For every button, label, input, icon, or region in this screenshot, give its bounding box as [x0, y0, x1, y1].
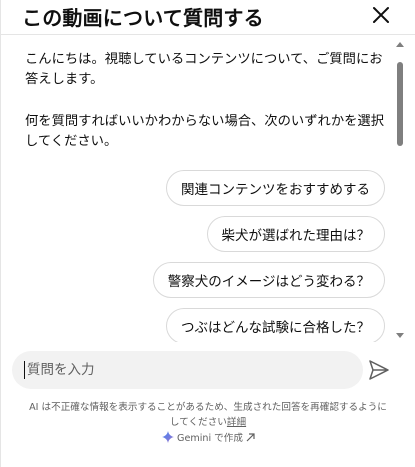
external-link-arrow-icon — [246, 432, 255, 442]
scroll-down-arrow-icon[interactable] — [396, 332, 404, 340]
disclaimer-text: AI は不正確な情報を表示することがあるため、生成された回答を再確認するようにし… — [29, 402, 387, 428]
question-input-container[interactable] — [12, 351, 363, 389]
assistant-message-prompt: 何を質問すればいいかわからない場合、次のいずれかを選択してください。 — [25, 114, 385, 149]
gemini-sparkle-icon — [162, 431, 175, 443]
suggestion-chip[interactable]: つぶはどんな試験に合格した？ — [166, 308, 385, 342]
learn-more-link[interactable]: 詳細 — [227, 417, 246, 428]
scroll-thumb[interactable] — [397, 62, 403, 146]
ai-disclaimer: AI は不正確な情報を表示することがあるため、生成された回答を再確認するようにし… — [25, 400, 391, 430]
suggestion-chip[interactable]: 関連コンテンツをおすすめする — [166, 170, 385, 206]
send-icon — [369, 360, 389, 380]
gemini-suffix: で作成 — [211, 433, 243, 444]
close-icon — [373, 7, 389, 23]
header-divider — [1, 34, 415, 35]
gemini-name: Gemini — [177, 433, 212, 444]
ask-about-video-panel: この動画について質問する こんにちは。視聴しているコンテンツについて、ご質問にお… — [0, 0, 415, 467]
suggestion-chip[interactable]: 柴犬が選ばれた理由は？ — [206, 216, 385, 252]
chat-scrollbar[interactable] — [396, 36, 404, 342]
scroll-up-arrow-icon[interactable] — [396, 40, 404, 48]
gemini-attribution[interactable]: Gemini で作成 — [1, 430, 415, 444]
send-button[interactable] — [365, 356, 393, 384]
gemini-label: Gemini で作成 — [177, 430, 243, 444]
panel-title: この動画について質問する — [22, 6, 264, 30]
panel-header: この動画について質問する — [1, 0, 415, 30]
question-input[interactable] — [24, 361, 351, 379]
assistant-message-greeting: こんにちは。視聴しているコンテンツについて、ご質問にお答えします。 — [25, 52, 383, 87]
close-button[interactable] — [367, 1, 395, 29]
suggestion-chip[interactable]: 警察犬のイメージはどう変わる？ — [152, 262, 385, 298]
chat-content: こんにちは。視聴しているコンテンツについて、ご質問にお答えします。 何を質問すれ… — [1, 36, 405, 342]
